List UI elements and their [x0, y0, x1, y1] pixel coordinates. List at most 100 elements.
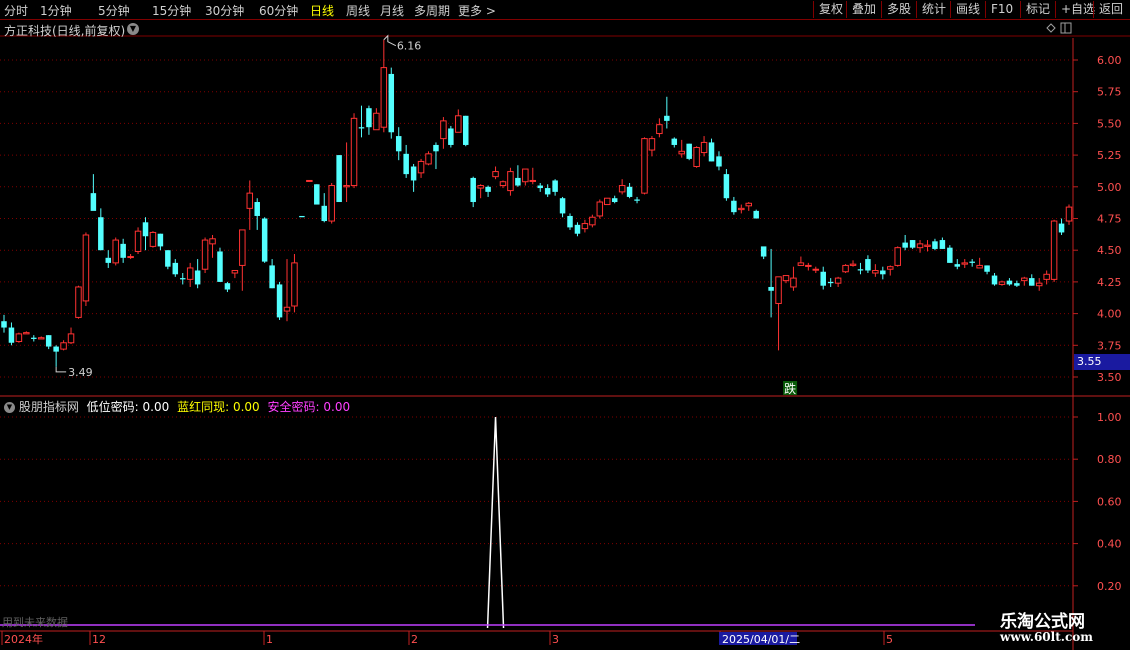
- candle-body-up: [186, 267, 194, 280]
- candle-body-down: [448, 128, 454, 145]
- chevron-down-icon[interactable]: ▼: [4, 402, 15, 413]
- candle-body-up: [239, 229, 246, 266]
- candle-body-up: [916, 243, 924, 249]
- candle-body-down: [336, 155, 342, 203]
- candle-body-down: [671, 138, 678, 145]
- price-tick-label: 3.50: [1097, 371, 1122, 384]
- candle-body-down: [827, 281, 834, 284]
- candle-body-up: [812, 268, 820, 271]
- indicator-tick-label: 0.20: [1097, 580, 1122, 593]
- price-tick-label: 4.50: [1097, 244, 1122, 257]
- candle-body-up: [604, 197, 611, 206]
- candle-body-up: [373, 112, 380, 131]
- candle-body-down: [865, 259, 871, 271]
- candle-body-up: [507, 171, 514, 192]
- candle-body-down: [552, 180, 558, 192]
- indicator-tick-label: 0.80: [1097, 453, 1122, 466]
- back-button[interactable]: 返回: [1093, 1, 1128, 18]
- indicator-name[interactable]: 股朋指标网: [19, 400, 79, 414]
- candle-body-up: [23, 332, 30, 335]
- candle-body-down: [45, 335, 52, 347]
- stats-button[interactable]: 统计: [916, 1, 951, 18]
- period-tab-more[interactable]: 更多 >: [458, 2, 496, 19]
- period-tab-15min[interactable]: 15分钟: [152, 2, 191, 19]
- candle-body-down: [254, 202, 260, 216]
- candle-body-up: [127, 256, 134, 259]
- stock-title: 方正科技(日线,前复权): [4, 24, 126, 38]
- candle-body-up: [201, 239, 209, 270]
- candle-body-up: [641, 138, 648, 194]
- candle-body-up: [283, 306, 291, 312]
- candle-body-down: [634, 199, 640, 201]
- candle-body-up: [805, 264, 812, 267]
- candle-body-up: [246, 192, 254, 209]
- x-axis-label: 12: [92, 633, 106, 646]
- candle-body-down: [485, 186, 491, 192]
- candle-body-down: [403, 153, 409, 175]
- candle-body-down: [716, 156, 722, 167]
- period-tab-60min[interactable]: 60分钟: [259, 2, 298, 19]
- candle-body-up: [112, 239, 119, 264]
- candle-body-down: [760, 246, 767, 257]
- candle-body-up: [209, 238, 216, 245]
- candle-body-down: [261, 218, 268, 262]
- candle-body-down: [179, 278, 186, 280]
- price-tick-label: 5.00: [1097, 181, 1122, 194]
- candle-body-down: [753, 210, 759, 219]
- high-marker: [383, 34, 397, 47]
- period-tab-weekly[interactable]: 周线: [346, 2, 370, 19]
- overlay-button[interactable]: 叠加: [846, 1, 881, 18]
- candle-body-down: [947, 247, 953, 263]
- x-axis-label: 1: [266, 633, 273, 646]
- candle-body-up: [67, 333, 75, 344]
- signal-label: 跌: [784, 381, 796, 396]
- candle-body-down: [1014, 283, 1020, 286]
- mark-button[interactable]: 标记: [1020, 1, 1055, 18]
- candle-body-down: [723, 174, 730, 199]
- period-tab-daily[interactable]: 日线: [310, 2, 334, 19]
- price-tick-label: 6.00: [1097, 54, 1122, 67]
- period-tab-30min[interactable]: 30分钟: [205, 2, 244, 19]
- indicator-header: ▼ 股朋指标网 低位密码: 0.00 蓝红同现: 0.00 安全密码: 0.00: [4, 398, 350, 415]
- candle-body-down: [142, 222, 149, 237]
- candle-body-down: [157, 233, 164, 247]
- adjust-button[interactable]: 复权: [813, 1, 848, 18]
- indicator-field-label-3: 安全密码:: [267, 400, 320, 414]
- period-tab-1min[interactable]: 1分钟: [40, 2, 72, 19]
- multi-stock-button[interactable]: 多股: [881, 1, 916, 18]
- candle-body-down: [664, 115, 670, 121]
- candle-body-up: [738, 207, 745, 211]
- candle-body-up: [425, 153, 432, 165]
- price-tick-label: 3.75: [1097, 339, 1122, 352]
- candle-body-down: [909, 240, 916, 248]
- chart-canvas[interactable]: 6.00 5.75 5.50 5.25 5.00 4.75 4.50 4.25 4.00 3.75…: [0, 0, 1130, 650]
- draw-line-button[interactable]: 画线: [950, 1, 985, 18]
- candle-body-up: [440, 120, 447, 140]
- indicator-field-value-3: 0.00: [323, 400, 351, 414]
- price-tick-label: 5.75: [1097, 86, 1122, 99]
- candle-body-up: [529, 179, 537, 182]
- candle-body-up: [291, 262, 298, 307]
- period-tab-multi[interactable]: 多周期: [414, 2, 450, 19]
- candle-body-down: [53, 346, 59, 352]
- f10-button[interactable]: F10: [985, 1, 1018, 18]
- period-tab-fenshi[interactable]: 分时: [4, 2, 28, 19]
- candle-body-up: [477, 185, 484, 189]
- candle-body-down: [686, 143, 692, 159]
- candle-body-up: [700, 141, 708, 154]
- indicator-field-value-2: 0.00: [232, 400, 260, 414]
- period-tab-5min[interactable]: 5分钟: [98, 2, 130, 19]
- candle-body-down: [90, 193, 97, 211]
- candle-body-up: [149, 231, 157, 247]
- candle-body-down: [820, 271, 826, 286]
- candle-body-down: [1058, 223, 1065, 233]
- candle-body-up: [924, 244, 931, 247]
- candle-body-up: [455, 115, 462, 133]
- candle-body-down: [388, 73, 395, 133]
- chevron-down-icon[interactable]: ▼: [127, 23, 139, 35]
- candle-body-down: [567, 215, 573, 228]
- low-marker: [55, 366, 67, 373]
- candle-body-down: [537, 185, 543, 189]
- candle-body-up: [60, 342, 67, 350]
- period-tab-monthly[interactable]: 月线: [380, 2, 404, 19]
